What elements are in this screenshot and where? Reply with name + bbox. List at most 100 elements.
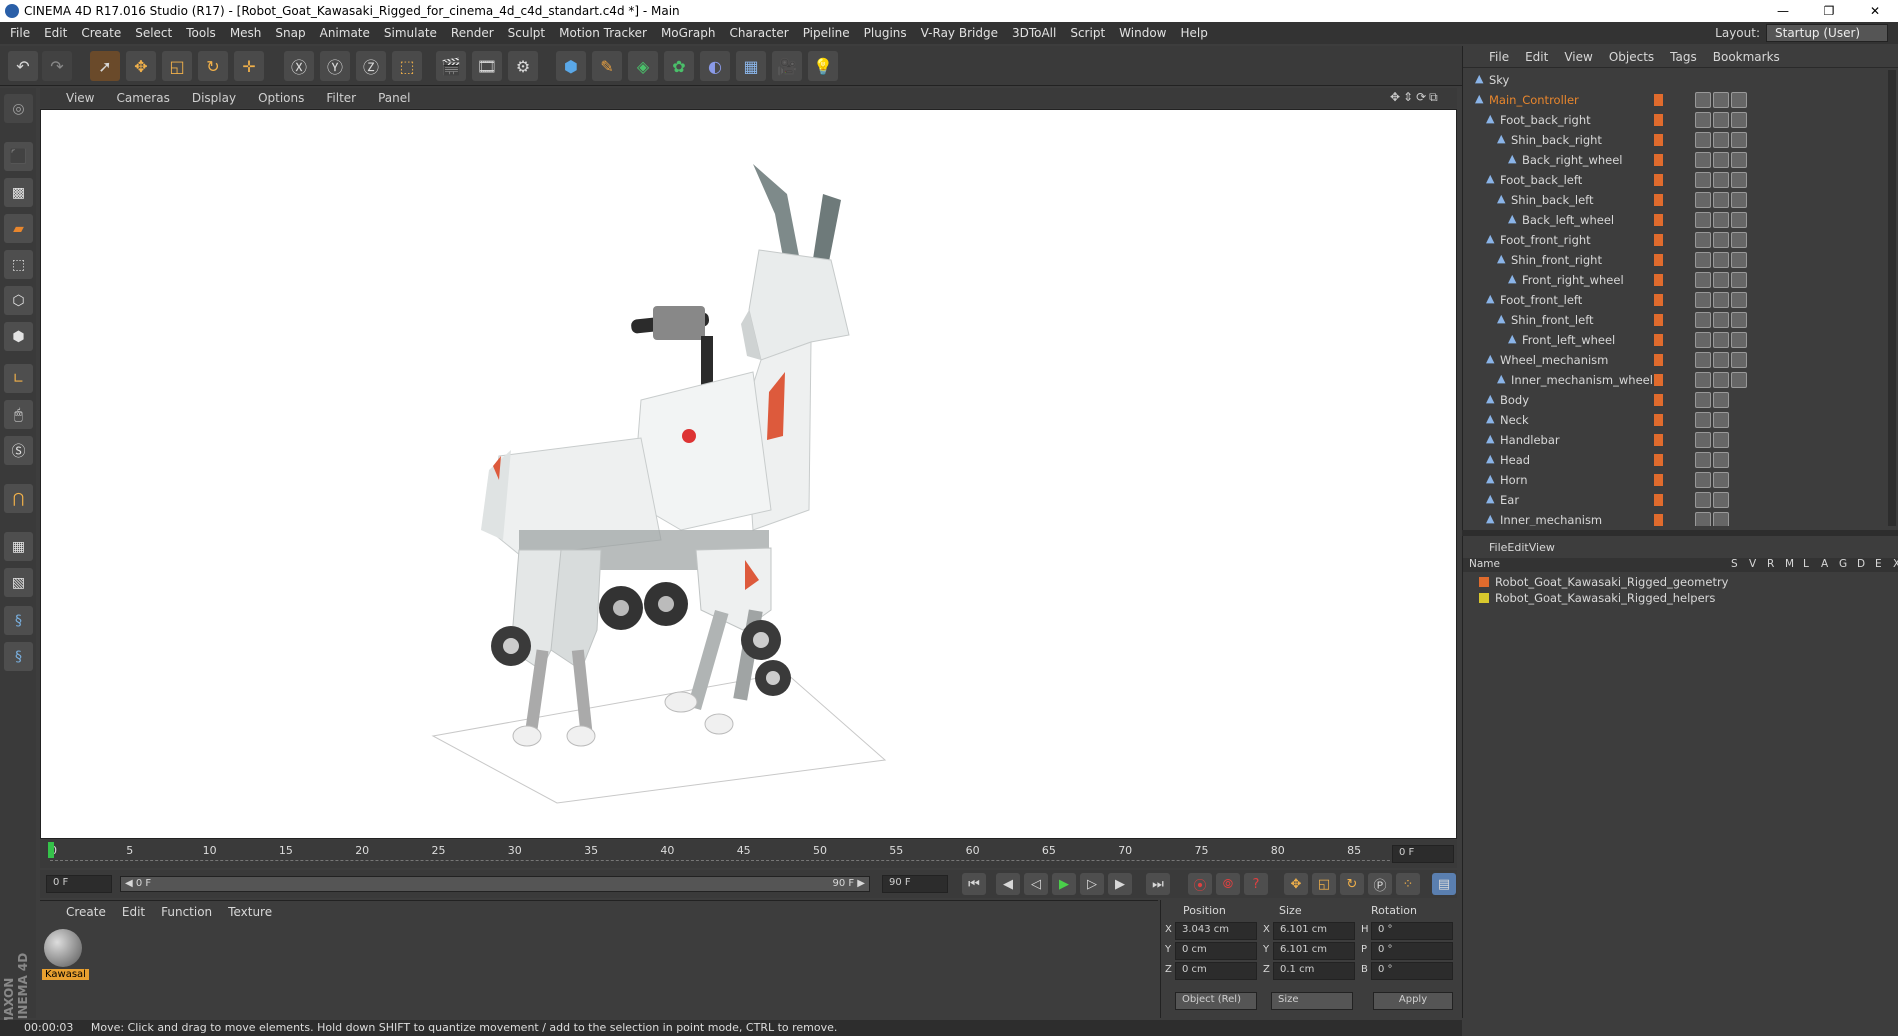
tag-icon[interactable] [1695, 512, 1711, 526]
deformer-icon[interactable]: ◐ [700, 51, 730, 81]
object-row[interactable]: ▲ Head [1463, 450, 1898, 470]
tag-icon[interactable] [1695, 472, 1711, 488]
viewport-menu-options[interactable]: Options [258, 91, 304, 105]
live-selection-icon[interactable]: ✛ [234, 51, 264, 81]
tag-icon[interactable] [1713, 332, 1729, 348]
menu-pipeline[interactable]: Pipeline [803, 26, 850, 40]
object-name[interactable]: Inner_mechanism [1500, 513, 1602, 526]
tag-icon[interactable] [1713, 432, 1729, 448]
layer-color-swatch[interactable] [1654, 514, 1663, 526]
tag-icon[interactable] [1695, 372, 1711, 388]
object-row[interactable]: ▲ Shin_back_right [1463, 130, 1898, 150]
position-field[interactable]: 0 cm [1175, 942, 1257, 960]
layer-col-g[interactable]: G [1839, 558, 1847, 570]
tag-icon[interactable] [1695, 252, 1711, 268]
layer-color-swatch[interactable] [1654, 114, 1663, 126]
position-field[interactable]: 3.043 cm [1175, 922, 1257, 940]
layer-color-swatch[interactable] [1479, 577, 1489, 587]
layer-color-swatch[interactable] [1654, 134, 1663, 146]
layer-color-swatch[interactable] [1654, 274, 1663, 286]
tag-icon[interactable] [1713, 352, 1729, 368]
tag-icon[interactable] [1695, 132, 1711, 148]
menu-3dtoall[interactable]: 3DToAll [1012, 26, 1056, 40]
spline-pen-icon[interactable]: ✎ [592, 51, 622, 81]
python-script-icon[interactable]: § [4, 606, 33, 635]
tag-icon[interactable] [1713, 292, 1729, 308]
tag-icon[interactable] [1731, 252, 1747, 268]
object-name[interactable]: Foot_back_right [1500, 113, 1591, 127]
object-name[interactable]: Front_right_wheel [1522, 273, 1624, 287]
model-mode-icon[interactable]: ⬛ [4, 142, 33, 171]
object-row[interactable]: ▲ Body [1463, 390, 1898, 410]
tag-icon[interactable] [1713, 232, 1729, 248]
object-row[interactable]: ▲ Inner_mechanism [1463, 510, 1898, 526]
object-name[interactable]: Back_left_wheel [1522, 213, 1614, 227]
tag-icon[interactable] [1695, 152, 1711, 168]
object-tags[interactable] [1695, 232, 1749, 248]
next-key-icon[interactable]: ▶ [1108, 873, 1132, 895]
object-menu-view[interactable]: View [1564, 50, 1592, 64]
layer-col-m[interactable]: M [1785, 558, 1794, 570]
object-name[interactable]: Shin_back_left [1511, 193, 1594, 207]
render-picture-viewer-icon[interactable]: 🎞 [472, 51, 502, 81]
object-tags[interactable] [1695, 472, 1731, 488]
timeline-window-icon[interactable]: ▤ [1432, 873, 1456, 895]
object-name[interactable]: Body [1500, 393, 1529, 407]
viewport-nav-icons[interactable]: ✥⇕⟳⧉ [1390, 90, 1441, 105]
tag-icon[interactable] [1695, 112, 1711, 128]
object-tags[interactable] [1695, 172, 1749, 188]
start-frame-field[interactable]: 0 F [46, 875, 112, 893]
object-name[interactable]: Foot_back_left [1500, 173, 1582, 187]
object-tags[interactable] [1695, 192, 1749, 208]
light-icon[interactable]: 💡 [808, 51, 838, 81]
layer-col-a[interactable]: A [1821, 558, 1828, 570]
floor-icon[interactable]: ▦ [736, 51, 766, 81]
tag-icon[interactable] [1731, 232, 1747, 248]
layer-color-swatch[interactable] [1654, 334, 1663, 346]
object-row[interactable]: ▲ Front_left_wheel [1463, 330, 1898, 350]
restore-button[interactable]: ❐ [1806, 0, 1852, 22]
scale-tool-icon[interactable]: ◱ [162, 51, 192, 81]
object-name[interactable]: Wheel_mechanism [1500, 353, 1608, 367]
object-row[interactable]: ▲ Sky [1463, 70, 1898, 90]
object-menu-objects[interactable]: Objects [1609, 50, 1654, 64]
object-row[interactable]: ▲ Main_Controller [1463, 90, 1898, 110]
layer-color-swatch[interactable] [1654, 94, 1663, 106]
render-view-icon[interactable]: 🎬 [436, 51, 466, 81]
menu-v-ray-bridge[interactable]: V-Ray Bridge [921, 26, 998, 40]
tag-icon[interactable] [1713, 212, 1729, 228]
menu-simulate[interactable]: Simulate [384, 26, 437, 40]
object-row[interactable]: ▲ Foot_front_left [1463, 290, 1898, 310]
object-row[interactable]: ▲ Foot_front_right [1463, 230, 1898, 250]
minimize-button[interactable]: — [1760, 0, 1806, 22]
object-row[interactable]: ▲ Back_left_wheel [1463, 210, 1898, 230]
tag-icon[interactable] [1695, 232, 1711, 248]
object-name[interactable]: Shin_front_left [1511, 313, 1594, 327]
object-tags[interactable] [1695, 412, 1731, 428]
timeline-ruler[interactable]: 051015202530354045505560657075808590 0 F [40, 840, 1457, 868]
select-pointer-icon[interactable]: ➚ [90, 51, 120, 81]
object-menu-tags[interactable]: Tags [1670, 50, 1697, 64]
object-scrollbar[interactable] [1888, 70, 1896, 526]
magnet-icon[interactable]: ⋂ [4, 484, 33, 513]
layer-color-swatch[interactable] [1654, 474, 1663, 486]
tag-icon[interactable] [1713, 512, 1729, 526]
tag-icon[interactable] [1713, 492, 1729, 508]
layer-row[interactable]: Robot_Goat_Kawasaki_Rigged_helpers [1463, 590, 1898, 606]
layer-color-swatch[interactable] [1654, 394, 1663, 406]
object-tags[interactable] [1695, 92, 1749, 108]
tag-icon[interactable] [1731, 352, 1747, 368]
menu-render[interactable]: Render [451, 26, 494, 40]
edges-mode-icon[interactable]: ⬡ [4, 286, 33, 315]
points-mode-icon[interactable]: ⬚ [4, 250, 33, 279]
tag-icon[interactable] [1713, 412, 1729, 428]
object-row[interactable]: ▲ Handlebar [1463, 430, 1898, 450]
menu-edit[interactable]: Edit [44, 26, 67, 40]
current-frame-field[interactable]: 0 F [1392, 845, 1454, 863]
tag-icon[interactable] [1695, 212, 1711, 228]
material-menu-function[interactable]: Function [161, 905, 212, 919]
tag-icon[interactable] [1731, 112, 1747, 128]
workplane-grid-icon[interactable]: ▦ [4, 532, 33, 561]
tag-icon[interactable] [1731, 312, 1747, 328]
move-tool-icon[interactable]: ✥ [126, 51, 156, 81]
